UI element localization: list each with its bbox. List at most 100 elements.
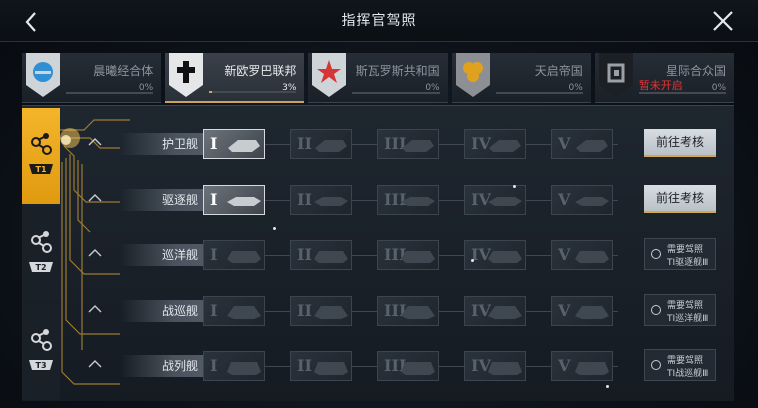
rank-4-license[interactable]: IV [464,129,526,159]
close-button[interactable] [710,8,736,34]
rank-numeral: V [558,245,571,264]
rank-numeral: V [558,356,571,375]
rank-numeral: II [297,245,312,264]
rank-1-license[interactable]: I [203,296,265,326]
rank-2-license[interactable]: II [290,185,352,215]
rank-numeral: II [297,356,312,375]
tier-tab-t3[interactable]: T3 [22,304,60,400]
chevron-up-icon [88,138,102,146]
rank-numeral: I [210,245,218,264]
battlecruiser-icon [488,306,522,319]
t1-tier-icon: T1 [29,133,53,174]
tier-label: T2 [35,263,46,272]
faction-name: 斯瓦罗斯共和国 [355,64,440,78]
rank-4-license[interactable]: IV [464,351,526,381]
cruiser-icon [401,251,435,263]
rank-3-license[interactable]: III [377,185,439,215]
go-to-exam-button[interactable]: 前往考核 [644,129,716,157]
apocalypse-emblem-icon [455,53,490,97]
faction-tab-apocalypse[interactable]: 天启帝国 0% [451,53,591,103]
tier-tab-t1[interactable]: T1 [22,108,60,204]
go-to-exam-button[interactable]: 前往考核 [644,185,716,213]
rank-4-license[interactable]: IV [464,240,526,270]
lock-icon [651,360,661,370]
faction-progress-bar [352,92,440,94]
rank-5-license[interactable]: V [551,185,613,215]
t2-tier-icon: T2 [29,231,53,272]
faction-progress-bar [66,92,154,94]
close-icon [713,11,733,31]
rank-numeral: I [210,356,218,375]
ship-class-row: 战列舰 I II III IV V 需要驾照 TI战巡舰Ⅲ [60,349,734,383]
tier-tab-t2[interactable]: T2 [22,206,60,302]
ship-class-row: 巡洋舰 I II III IV V 需要驾照 TI驱逐舰Ⅲ [60,238,734,272]
svaros-emblem-icon [312,53,347,97]
faction-progress-bar [495,92,583,94]
requirement-detail: TI驱逐舰Ⅲ [667,258,709,268]
destroyer-icon [314,197,348,206]
chevron-up-icon [88,360,102,368]
rank-numeral: V [558,190,571,209]
requirement-detail: TI战巡舰Ⅲ [667,369,709,379]
destroyer-icon [575,197,609,206]
frigate-icon [228,140,260,152]
cruiser-icon [575,251,609,263]
faction-tab-new-europa[interactable]: 新欧罗巴联邦 3% [165,53,305,103]
rank-numeral: II [297,190,312,209]
rank-1-license[interactable]: I [203,240,265,270]
requirement-title: 需要驾照 [667,301,704,311]
rank-5-license[interactable]: V [551,351,613,381]
faction-name: 天启帝国 [534,64,583,78]
rank-5-license[interactable]: V [551,129,613,159]
battlecruiser-icon [401,306,435,319]
star-particle [471,259,474,262]
rank-2-license[interactable]: II [290,240,352,270]
battleship-icon [314,362,348,375]
cruiser-icon [227,251,261,263]
rank-3-license[interactable]: III [377,351,439,381]
frigate-icon [576,140,608,152]
rank-3-license[interactable]: III [377,129,439,159]
cruiser-icon [488,251,522,263]
requirement-button[interactable]: 需要驾照 TI驱逐舰Ⅲ [644,238,716,270]
lock-icon [651,305,661,315]
requirement-detail: TI巡洋舰Ⅲ [667,314,709,324]
faction-tabs: 晨曦经合体 0% 新欧罗巴联邦 3% 斯瓦罗斯共和国 0% 天启帝国 0% 暂未… [22,53,735,103]
tier-label: T1 [35,165,46,174]
rank-4-license[interactable]: IV [464,185,526,215]
rank-2-license[interactable]: II [290,351,352,381]
dawn-emblem-icon [26,53,60,97]
tier-selector: T1 T2 T3 [22,108,60,400]
rank-1-license[interactable]: I [203,129,265,159]
frigate-icon [489,140,521,152]
rank-3-license[interactable]: III [377,296,439,326]
rank-4-license[interactable]: IV [464,296,526,326]
requirement-button[interactable]: 需要驾照 TI战巡舰Ⅲ [644,349,716,381]
faction-name: 晨曦经合体 [93,64,154,78]
ship-class-row: 护卫舰 I II III IV V 前往考核 [60,127,734,161]
ship-class-row: 驱逐舰 I II III IV V 前往考核 [60,183,734,217]
united-stars-emblem-icon [598,53,633,97]
rank-2-license[interactable]: II [290,296,352,326]
rank-3-license[interactable]: III [377,240,439,270]
rank-2-license[interactable]: II [290,129,352,159]
battleship-icon [401,362,435,375]
chevron-up-icon [88,249,102,257]
requirement-button[interactable]: 需要驾照 TI巡洋舰Ⅲ [644,294,716,326]
faction-tab-united-stars[interactable]: 暂未开启 星际合众国 0% [594,53,735,103]
rank-5-license[interactable]: V [551,240,613,270]
top-bar: 指挥官驾照 [0,0,758,42]
faction-tab-svaros[interactable]: 斯瓦罗斯共和国 0% [308,53,448,103]
faction-tab-dawn[interactable]: 晨曦经合体 0% [22,53,162,103]
faction-progress-bar [638,92,727,94]
faction-progress-bar [209,91,297,93]
rank-numeral: V [558,301,571,320]
rank-1-license[interactable]: I [203,185,265,215]
rank-1-license[interactable]: I [203,351,265,381]
battleship-icon [575,362,609,375]
new-europa-emblem-icon [169,53,204,97]
faction-name: 星际合众国 [666,64,727,78]
chevron-up-icon [88,194,102,202]
rank-5-license[interactable]: V [551,296,613,326]
locked-label: 暂未开启 [638,79,683,92]
